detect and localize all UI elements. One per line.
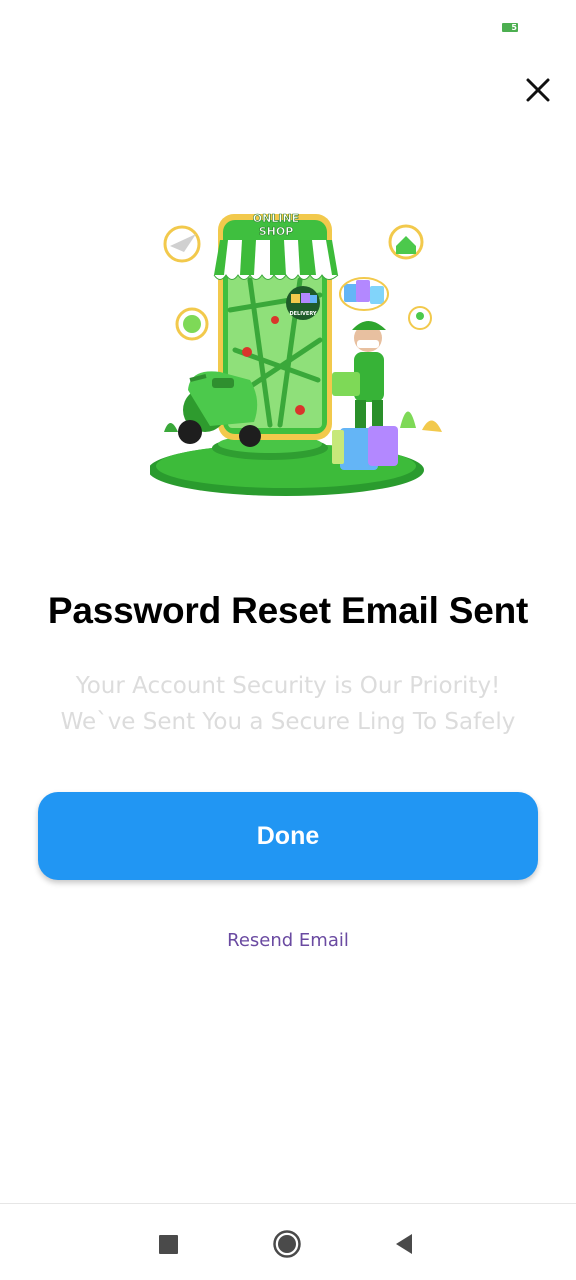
page-title: Password Reset Email Sent (47, 590, 529, 631)
close-icon (526, 78, 550, 102)
shop-sign-text: ONLINE (253, 212, 299, 225)
battery-icon: 5 (502, 23, 518, 32)
status-bar: 5 (0, 0, 576, 48)
resend-email-link[interactable]: Resend Email (0, 930, 576, 951)
close-button[interactable] (518, 70, 558, 110)
online-shop-illustration: ONLINE SHOP DELIVERY (150, 212, 442, 496)
screen: 5 ONLINE SHOP DELIVERY Password Reset Em… (0, 0, 576, 1280)
done-button[interactable]: Done (38, 792, 538, 880)
home-button[interactable] (267, 1224, 307, 1264)
subtitle-line-2: We`ve Sent You a Secure Ling To Safely (60, 709, 516, 735)
recent-apps-button[interactable] (148, 1224, 188, 1264)
triangle-back-icon (396, 1234, 412, 1254)
circle-icon (273, 1230, 301, 1258)
subtitle-line-1: Your Account Security is Our Priority! (75, 673, 501, 699)
delivery-badge-text: DELIVERY (289, 311, 316, 317)
subtitle: Your Account Security is Our Priority! W… (30, 668, 546, 740)
square-icon (158, 1234, 178, 1254)
back-button[interactable] (384, 1224, 424, 1264)
navigation-bar (0, 1203, 576, 1280)
svg-text:SHOP: SHOP (259, 225, 294, 238)
